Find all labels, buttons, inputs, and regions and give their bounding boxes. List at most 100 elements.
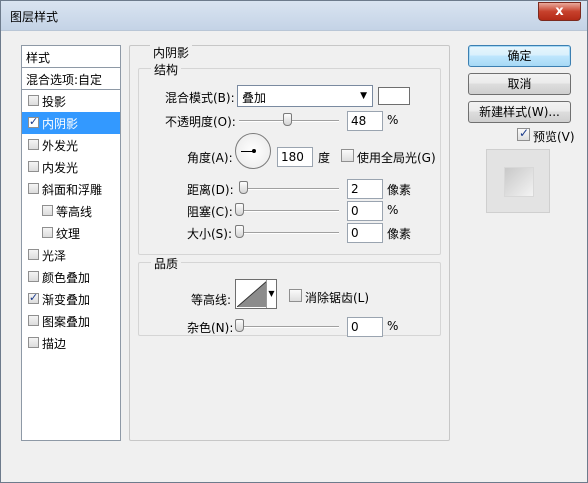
style-item[interactable]: 颜色叠加	[22, 266, 120, 288]
style-item-checkbox[interactable]	[28, 271, 39, 282]
style-item-checkbox[interactable]	[42, 205, 53, 216]
style-item-checkbox[interactable]	[28, 183, 39, 194]
choke-slider-thumb[interactable]	[235, 203, 244, 216]
style-item-checkbox[interactable]	[28, 95, 39, 106]
angle-label: 角度(A):	[187, 151, 233, 165]
preview-thumbnail	[504, 167, 534, 197]
distance-slider[interactable]	[239, 181, 339, 194]
cancel-button[interactable]: 取消	[468, 73, 571, 95]
style-item-checkbox[interactable]	[28, 115, 39, 128]
style-item-label: 内发光	[42, 161, 79, 175]
choke-unit: %	[387, 203, 399, 217]
size-label: 大小(S):	[187, 227, 233, 241]
noise-slider[interactable]	[235, 319, 339, 332]
global-light-label[interactable]: 使用全局光(G)	[357, 149, 436, 166]
style-item[interactable]: 斜面和浮雕	[22, 178, 120, 200]
blend-color-swatch[interactable]	[378, 87, 410, 105]
style-item[interactable]: 投影	[22, 90, 120, 112]
opacity-unit: %	[387, 113, 399, 127]
contour-curve-icon	[237, 281, 267, 307]
structure-group: 结构 混合模式(B): 叠加 ▼ 不透明度(O): 48 % 角度(A): 18…	[138, 61, 441, 255]
styles-list: 样式 混合选项:自定 投影内阴影外发光内发光斜面和浮雕等高线纹理光泽颜色叠加渐变…	[21, 45, 121, 441]
style-item-checkbox[interactable]	[28, 249, 39, 260]
angle-input[interactable]: 180	[277, 147, 313, 167]
ok-button[interactable]: 确定	[468, 45, 571, 67]
style-item-checkbox[interactable]	[42, 227, 53, 238]
style-item-checkbox[interactable]	[28, 337, 39, 348]
style-item[interactable]: 渐变叠加	[22, 288, 120, 310]
noise-input[interactable]: 0	[347, 317, 383, 337]
opacity-input[interactable]: 48	[347, 111, 383, 131]
style-preview	[486, 149, 550, 213]
style-items: 投影内阴影外发光内发光斜面和浮雕等高线纹理光泽颜色叠加渐变叠加图案叠加描边	[22, 90, 120, 354]
blending-options-item[interactable]: 混合选项:自定	[22, 68, 120, 90]
anti-alias-checkbox[interactable]	[289, 289, 302, 302]
noise-unit: %	[387, 319, 399, 333]
choke-slider[interactable]	[235, 203, 339, 216]
style-item-checkbox[interactable]	[28, 291, 39, 304]
style-item-checkbox[interactable]	[28, 139, 39, 150]
style-item-label: 颜色叠加	[42, 271, 91, 285]
panel-title: 内阴影	[150, 44, 193, 61]
style-item-label: 渐变叠加	[42, 293, 91, 307]
distance-slider-thumb[interactable]	[239, 181, 248, 194]
style-item[interactable]: 外发光	[22, 134, 120, 156]
size-slider-thumb[interactable]	[235, 225, 244, 238]
styles-header[interactable]: 样式	[22, 46, 120, 68]
preview-checkbox[interactable]	[517, 126, 530, 141]
size-input[interactable]: 0	[347, 223, 383, 243]
anti-alias-label[interactable]: 消除锯齿(L)	[305, 289, 369, 306]
style-item[interactable]: 内发光	[22, 156, 120, 178]
style-item-label: 内阴影	[42, 117, 79, 131]
blend-mode-value: 叠加	[242, 91, 267, 105]
style-item[interactable]: 等高线	[22, 200, 120, 222]
chevron-down-icon: ▼	[360, 91, 367, 101]
blend-mode-select[interactable]: 叠加 ▼	[237, 85, 373, 107]
style-item[interactable]: 描边	[22, 332, 120, 354]
angle-unit: 度	[318, 151, 331, 165]
quality-title: 品质	[151, 255, 182, 272]
global-light-checkbox[interactable]	[341, 149, 354, 162]
noise-slider-thumb[interactable]	[235, 319, 244, 332]
style-item-checkbox[interactable]	[28, 161, 39, 172]
style-item[interactable]: 内阴影	[22, 112, 120, 134]
noise-label: 杂色(N):	[187, 321, 234, 335]
new-style-button[interactable]: 新建样式(W)...	[468, 101, 571, 123]
title-bar[interactable]: 图层样式 x	[1, 1, 587, 31]
style-item-label: 图案叠加	[42, 315, 91, 329]
opacity-label: 不透明度(O):	[165, 115, 236, 129]
style-item-label: 描边	[42, 337, 67, 351]
style-item-checkbox[interactable]	[28, 315, 39, 326]
distance-unit: 像素	[387, 183, 412, 197]
opacity-slider[interactable]	[239, 113, 339, 126]
structure-title: 结构	[151, 61, 182, 78]
style-item-label: 投影	[42, 95, 67, 109]
layer-style-dialog: 图层样式 x 样式 混合选项:自定 投影内阴影外发光内发光斜面和浮雕等高线纹理光…	[0, 0, 588, 483]
choke-input[interactable]: 0	[347, 201, 383, 221]
style-item[interactable]: 纹理	[22, 222, 120, 244]
style-item[interactable]: 图案叠加	[22, 310, 120, 332]
style-item-label: 光泽	[42, 249, 67, 263]
size-slider[interactable]	[235, 225, 339, 238]
angle-dial[interactable]	[235, 133, 271, 169]
size-unit: 像素	[387, 227, 412, 241]
style-item-label: 斜面和浮雕	[42, 183, 103, 197]
distance-label: 距离(D):	[187, 183, 234, 197]
close-button[interactable]: x	[538, 2, 581, 21]
window-title: 图层样式	[10, 10, 59, 24]
contour-dropdown-arrow[interactable]: ▼	[266, 280, 276, 308]
contour-label: 等高线:	[191, 293, 232, 307]
preview-label[interactable]: 预览(V)	[533, 128, 575, 145]
distance-input[interactable]: 2	[347, 179, 383, 199]
style-item-label: 外发光	[42, 139, 79, 153]
dialog-content: 样式 混合选项:自定 投影内阴影外发光内发光斜面和浮雕等高线纹理光泽颜色叠加渐变…	[9, 31, 581, 476]
inner-shadow-panel: 内阴影 结构 混合模式(B): 叠加 ▼ 不透明度(O): 48 % 角度(A)…	[129, 44, 450, 441]
blend-mode-label: 混合模式(B):	[165, 91, 235, 105]
style-item[interactable]: 光泽	[22, 244, 120, 266]
style-item-label: 纹理	[56, 227, 81, 241]
opacity-slider-thumb[interactable]	[283, 113, 292, 126]
contour-picker[interactable]: ▼	[235, 279, 277, 309]
style-item-label: 等高线	[56, 205, 93, 219]
quality-group: 品质 等高线: ▼ 消除锯齿(L) 杂色(N): 0 %	[138, 255, 441, 337]
choke-label: 阻塞(C):	[187, 205, 233, 219]
